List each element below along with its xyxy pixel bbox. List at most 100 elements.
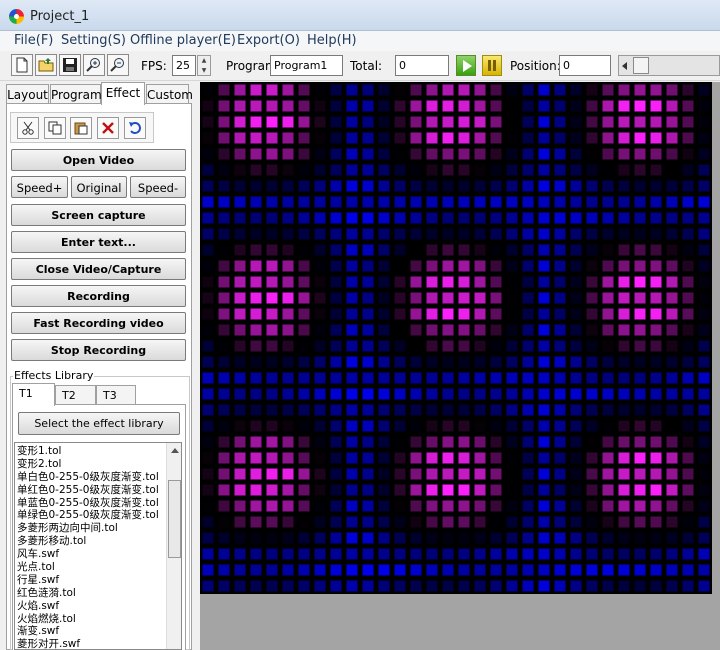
menu-help[interactable]: Help(H) <box>307 33 357 48</box>
led-pixel <box>522 132 534 144</box>
speed-up-button[interactable]: Speed+ <box>11 176 68 198</box>
original-speed-button[interactable]: Original <box>71 176 127 198</box>
menu-export[interactable]: Export(O) <box>237 33 300 48</box>
list-item[interactable]: 光点.tol <box>17 561 165 574</box>
chevron-down-icon[interactable]: ▼ <box>198 66 210 76</box>
pause-icon[interactable] <box>482 55 502 76</box>
tab-effect[interactable]: Effect <box>101 82 145 105</box>
position-input[interactable]: 0 <box>559 55 611 76</box>
save-icon[interactable] <box>59 54 81 76</box>
fast-recording-button[interactable]: Fast Recording video <box>11 312 186 334</box>
library-tab-t1[interactable]: T1 <box>12 383 55 406</box>
fps-stepper[interactable]: ▲ ▼ <box>197 55 211 76</box>
list-item[interactable]: 变形2.tol <box>17 458 165 471</box>
list-item[interactable]: 单红色0-255-0级灰度渐变.tol <box>17 484 165 497</box>
led-pixel <box>362 516 374 528</box>
list-item[interactable]: 火焰燃烧.tol <box>17 613 165 626</box>
led-pixel <box>410 356 422 368</box>
open-folder-icon[interactable] <box>35 54 57 76</box>
list-item[interactable]: 风车.swf <box>17 548 165 561</box>
zoom-out-icon[interactable] <box>107 54 129 76</box>
library-tab-t2[interactable]: T2 <box>55 385 96 405</box>
effect-file-list[interactable]: 变形1.tol 变形2.tol 单白色0-255-0级灰度渐变.tol 单红色0-25… <box>14 442 182 650</box>
led-pixel <box>682 132 694 144</box>
list-item[interactable]: 多菱形两边向中间.tol <box>17 522 165 535</box>
list-item[interactable]: 渐变.swf <box>17 625 165 638</box>
led-pixel <box>410 260 422 272</box>
copy-icon[interactable] <box>44 117 66 139</box>
led-pixel <box>394 468 406 480</box>
menu-setting[interactable]: Setting(S) <box>61 33 126 48</box>
led-pixel <box>586 388 598 400</box>
tab-layout[interactable]: Layout <box>6 84 49 104</box>
led-pixel <box>602 340 614 352</box>
list-item[interactable]: 单蓝色0-255-0级灰度渐变.tol <box>17 497 165 510</box>
file-list-scrollbar[interactable] <box>166 443 181 649</box>
led-pixel <box>538 452 550 464</box>
led-pixel <box>538 516 550 528</box>
led-pixel <box>218 468 230 480</box>
led-pixel <box>218 260 230 272</box>
led-pixel <box>330 340 342 352</box>
led-pixel <box>666 340 678 352</box>
list-item[interactable]: 多菱形移动.tol <box>17 535 165 548</box>
fps-input[interactable]: 25 <box>172 55 196 76</box>
led-pixel <box>314 404 326 416</box>
led-pixel <box>442 548 454 560</box>
list-item[interactable]: 单白色0-255-0级灰度渐变.tol <box>17 471 165 484</box>
chevron-up-icon[interactable]: ▲ <box>198 56 210 66</box>
close-video-button[interactable]: Close Video/Capture <box>11 258 186 280</box>
position-slider[interactable] <box>618 55 720 76</box>
led-pixel <box>458 196 470 208</box>
list-item[interactable]: 菱形对开.swf <box>17 638 165 649</box>
led-pixel <box>602 228 614 240</box>
menu-offline-player[interactable]: Offline player(E) <box>130 33 236 48</box>
led-pixel <box>410 532 422 544</box>
zoom-in-icon[interactable] <box>83 54 105 76</box>
total-input[interactable]: 0 <box>395 55 449 76</box>
scrollbar-thumb[interactable] <box>168 480 181 558</box>
led-pixel <box>394 228 406 240</box>
chevron-up-icon[interactable] <box>171 448 179 453</box>
play-icon[interactable] <box>456 55 476 76</box>
select-effect-library-button[interactable]: Select the effect library <box>18 412 180 435</box>
paste-icon[interactable] <box>70 117 92 139</box>
delete-icon[interactable] <box>97 117 119 139</box>
led-pixel <box>634 84 646 96</box>
chevron-left-icon[interactable] <box>622 62 627 70</box>
list-item[interactable]: 行星.swf <box>17 574 165 587</box>
tab-program[interactable]: Program <box>50 84 102 104</box>
led-pixel <box>666 244 678 256</box>
led-pixel <box>346 500 358 512</box>
list-item[interactable]: 红色涟漪.tol <box>17 587 165 600</box>
stop-recording-button[interactable]: Stop Recording <box>11 339 186 361</box>
led-pixel <box>586 308 598 320</box>
recording-button[interactable]: Recording <box>11 285 186 307</box>
cut-icon[interactable] <box>17 117 39 139</box>
led-pixel <box>538 132 550 144</box>
new-file-icon[interactable] <box>11 54 33 76</box>
led-pixel <box>202 180 214 192</box>
list-item[interactable]: 变形1.tol <box>17 445 165 458</box>
screen-capture-button[interactable]: Screen capture <box>11 204 186 226</box>
led-screen-preview[interactable] <box>200 82 712 594</box>
slider-thumb[interactable] <box>633 57 649 74</box>
list-item[interactable]: 火焰.swf <box>17 600 165 613</box>
led-pixel <box>314 356 326 368</box>
tab-custom[interactable]: Custom <box>146 84 193 104</box>
speed-down-button[interactable]: Speed- <box>130 176 186 198</box>
undo-icon[interactable] <box>124 117 146 139</box>
led-pixel <box>490 372 502 384</box>
list-item[interactable]: 单绿色0-255-0级灰度渐变.tol <box>17 509 165 522</box>
menu-file[interactable]: File(F) <box>14 33 53 48</box>
led-pixel <box>506 548 518 560</box>
led-pixel <box>218 100 230 112</box>
program-input[interactable]: Program1 <box>270 55 343 76</box>
led-pixel <box>330 164 342 176</box>
led-pixel <box>378 580 390 592</box>
led-pixel <box>298 132 310 144</box>
open-video-button[interactable]: Open Video <box>11 149 186 171</box>
enter-text-button[interactable]: Enter text... <box>11 231 186 253</box>
library-tab-t3[interactable]: T3 <box>96 385 136 405</box>
led-pixel <box>490 212 502 224</box>
